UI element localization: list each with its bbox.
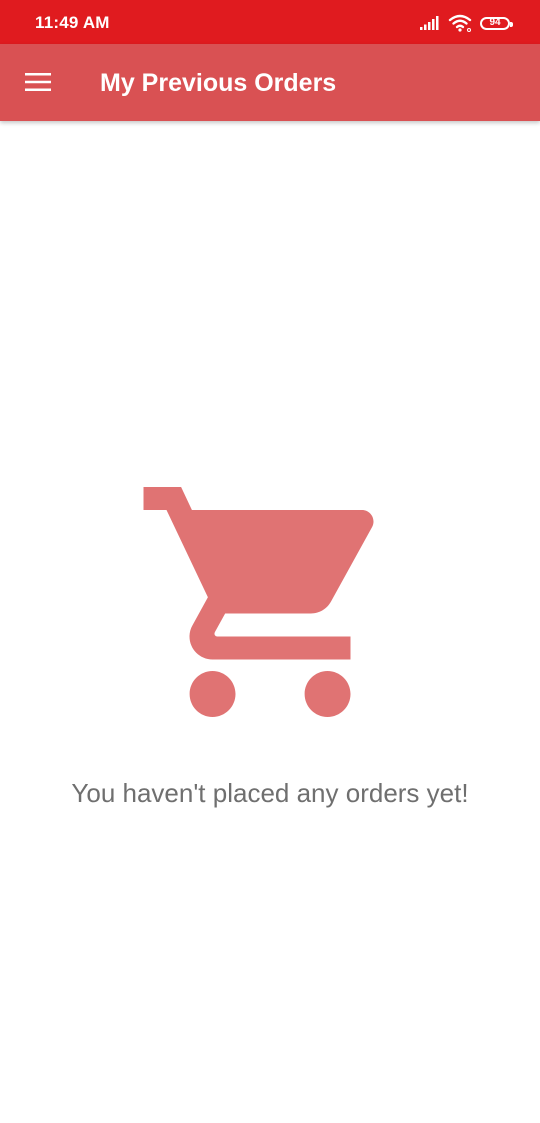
status-bar: 11:49 AM 94	[0, 0, 540, 44]
battery-tip	[510, 21, 513, 27]
hamburger-menu-icon[interactable]	[25, 73, 51, 91]
battery-level: 94	[489, 17, 501, 28]
status-time: 11:49 AM	[35, 13, 110, 32]
shopping-cart-icon	[143, 487, 374, 717]
signal-icon	[420, 16, 439, 30]
battery-icon: 94	[480, 16, 513, 30]
page-title: My Previous Orders	[100, 69, 337, 97]
status-icons: 94	[420, 12, 513, 34]
menu-button[interactable]	[16, 62, 60, 102]
app-bar: My Previous Orders	[0, 44, 540, 121]
empty-state-message: You haven't placed any orders yet!	[71, 778, 469, 808]
wifi-icon	[448, 14, 472, 32]
empty-cart-illustration	[132, 464, 408, 740]
